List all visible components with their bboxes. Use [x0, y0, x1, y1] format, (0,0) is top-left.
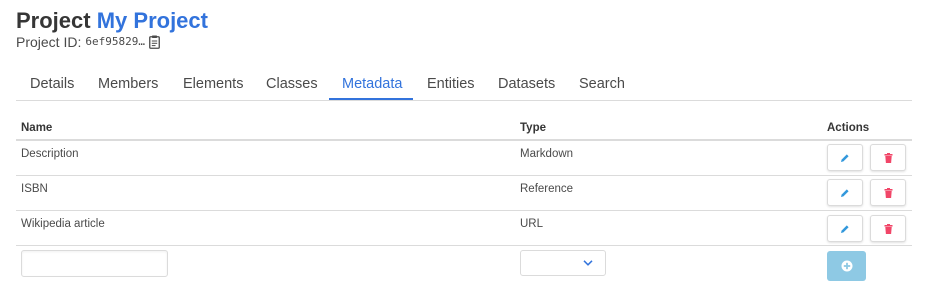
pencil-icon: [841, 153, 849, 162]
row-divider: [16, 245, 912, 246]
row-name: Wikipedia article: [21, 218, 105, 230]
page: Project My Project Project ID: 6ef95829……: [0, 0, 928, 308]
tab-datasets[interactable]: Datasets: [498, 68, 555, 100]
row-type: Reference: [520, 183, 574, 195]
plus-circle-icon: [841, 260, 852, 272]
add-metadata-button[interactable]: [827, 251, 866, 281]
trash-icon: [884, 152, 892, 163]
row-divider: [16, 210, 912, 211]
project-id-value: 6ef95829…: [85, 35, 145, 48]
row-type: URL: [520, 218, 544, 230]
project-name: My Project: [96, 8, 208, 33]
delete-button[interactable]: [870, 215, 906, 242]
active-tab-indicator: [329, 98, 413, 100]
project-id-line: Project ID: 6ef95829…: [16, 34, 160, 50]
tab-details[interactable]: Details: [30, 68, 74, 100]
row-name: ISBN: [21, 183, 48, 195]
tab-members[interactable]: Members: [98, 68, 158, 100]
title-prefix: Project: [16, 8, 91, 33]
project-id-label: Project ID:: [16, 34, 82, 50]
chevron-down-icon: [583, 260, 593, 266]
tab-entities[interactable]: Entities: [427, 68, 475, 100]
column-header-type: Type: [520, 122, 546, 134]
row-type: Markdown: [520, 148, 574, 160]
delete-button[interactable]: [870, 144, 906, 171]
column-header-name: Name: [21, 122, 53, 134]
row-name: Description: [21, 148, 79, 160]
tab-classes[interactable]: Classes: [266, 68, 318, 100]
tab-search[interactable]: Search: [579, 68, 625, 100]
page-title: Project My Project: [16, 8, 208, 34]
column-header-actions: Actions: [827, 122, 870, 134]
row-divider: [16, 175, 912, 176]
trash-icon: [884, 223, 892, 234]
trash-icon: [884, 187, 892, 198]
new-name-input[interactable]: [21, 250, 168, 277]
tab-bar: Details Members Elements Classes Metadat…: [16, 68, 912, 101]
edit-button[interactable]: [827, 179, 863, 206]
delete-button[interactable]: [870, 179, 906, 206]
header-divider: [16, 139, 912, 141]
pencil-icon: [841, 188, 849, 197]
tab-metadata[interactable]: Metadata: [342, 68, 402, 100]
new-type-select[interactable]: [520, 250, 606, 276]
pencil-icon: [841, 224, 849, 233]
clipboard-icon[interactable]: [149, 35, 160, 49]
edit-button[interactable]: [827, 215, 863, 242]
edit-button[interactable]: [827, 144, 863, 171]
tab-elements[interactable]: Elements: [183, 68, 243, 100]
